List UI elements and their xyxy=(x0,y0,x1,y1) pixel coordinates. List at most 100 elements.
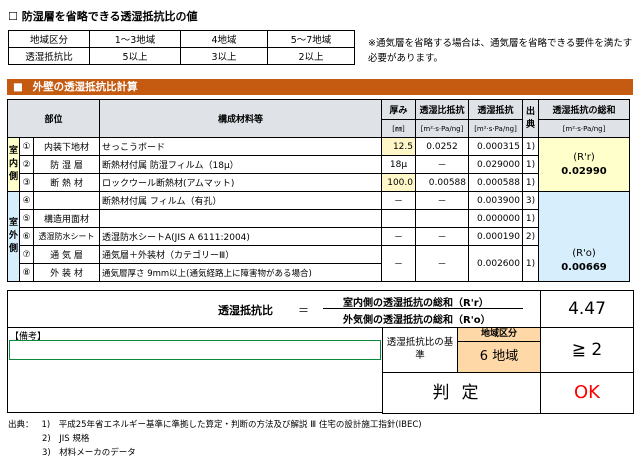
row-no: ⑤ xyxy=(19,209,34,228)
unit-sum: [m²·s·Pa/ng] xyxy=(538,119,630,138)
row-no: ② xyxy=(19,155,34,174)
row-source: 1) xyxy=(522,245,539,282)
ratio-eq: ＝ xyxy=(298,304,309,317)
header-sum: 透湿抵抗の総和 xyxy=(538,99,630,120)
row-material: 断熱材付属 防湿フィルム（18μ） xyxy=(99,155,382,174)
row-thickness: － xyxy=(381,245,416,282)
checkbox-icon: ☐ xyxy=(8,10,18,23)
unit-thickness: [㎜] xyxy=(381,119,416,138)
cell: 1～3地域 xyxy=(89,30,181,48)
area-header: 地域区分 xyxy=(457,327,541,342)
header-source: 出典 xyxy=(522,99,539,138)
indoor-sum-value: 0.02990 xyxy=(561,165,607,177)
row-thickness: － xyxy=(381,227,416,246)
row-ratio: － xyxy=(415,155,469,174)
row-part: 通 気 層 xyxy=(33,245,100,264)
criterion-value: ≧ 2 xyxy=(540,327,634,373)
row-ratio: － xyxy=(415,245,469,282)
row-part: 外 装 材 xyxy=(33,263,100,282)
row-source: 1) xyxy=(522,173,539,192)
row-part: 断 熱 材 xyxy=(33,173,100,192)
cell: 地域区分 xyxy=(8,30,90,48)
row-source: 1) xyxy=(522,209,539,228)
row-resist: 0.000000 xyxy=(468,209,523,228)
row-resist: 0.000315 xyxy=(468,137,523,156)
header-part: 部位 xyxy=(7,99,100,138)
sources-label: 出典： xyxy=(8,420,34,430)
row-no: ④ xyxy=(19,191,34,210)
section-header: ■ 外壁の透湿抵抗比計算 xyxy=(7,79,633,95)
row-resist: 0.003900 xyxy=(468,191,523,210)
top-title: ☐ 防湿層を省略できる透湿抵抗比の値 xyxy=(8,8,198,24)
row-material: 透湿防水シートA(JIS A 6111:2004) xyxy=(99,227,382,246)
row-thickness xyxy=(381,209,416,228)
source-item: 1) 平成25年省エネルギー基準に準拠した算定・判断の方法及び解説 Ⅲ 住宅の設… xyxy=(41,420,422,430)
unit-resist: [m²·s·Pa/ng] xyxy=(468,119,523,138)
row-thickness: 18μ xyxy=(381,155,416,174)
row-thickness: － xyxy=(381,191,416,210)
outdoor-sum-value: 0.00669 xyxy=(561,262,607,273)
row-no: ① xyxy=(19,137,34,156)
judgement-label: 判定 xyxy=(382,372,541,414)
row-part: 構造用面材 xyxy=(33,209,100,228)
row-material: 断熱材付属 フィルム（有孔） xyxy=(99,191,382,210)
remarks-input[interactable] xyxy=(9,340,381,360)
indoor-sum: (R'r) 0.02990 xyxy=(538,137,630,192)
row-no: ⑥ xyxy=(19,227,34,246)
calc-table: 部位 構成材料等 厚み 透湿比抵抗 透湿抵抗 出典 透湿抵抗の総和 [㎜] [m… xyxy=(7,99,630,282)
criterion-label-text: 透湿抵抗比の基準 xyxy=(386,337,454,361)
source-item: 3) 材料メーカのデータ xyxy=(42,448,136,458)
row-no: ③ xyxy=(19,173,34,192)
cell: 3以上 xyxy=(180,47,268,65)
ventilation-note: ※通気層を省略する場合は、通気層を省略できる要件を満たす必要があります。 xyxy=(368,38,633,64)
outdoor-sum-label: (R'o) xyxy=(572,248,596,259)
source-item: 2) JIS 規格 xyxy=(42,434,90,444)
row-thickness[interactable]: 100.0 xyxy=(381,173,416,192)
row-source: 2) xyxy=(522,227,539,246)
ratio-result: 4.47 xyxy=(540,290,634,328)
row-part: 透湿防水シート xyxy=(33,227,100,246)
row-thickness[interactable]: 12.5 xyxy=(381,137,416,156)
row-material xyxy=(99,209,382,228)
row-ratio: － xyxy=(415,191,469,210)
cell: 2以上 xyxy=(267,47,355,65)
indoor-sum-label: (R'r) xyxy=(573,151,595,163)
unit-ratio: [m²·s·Pa/ng] xyxy=(415,119,469,138)
row-source: 1) xyxy=(522,155,539,174)
row-material: 通気層＋外装材（カテゴリーⅢ） xyxy=(99,245,382,264)
header-materials: 構成材料等 xyxy=(99,99,382,138)
row-part xyxy=(33,191,100,210)
indoor-side-label: 室内側 xyxy=(7,137,20,192)
row-resist: 0.000190 xyxy=(468,227,523,246)
cell: 4地域 xyxy=(180,30,268,48)
row-source: 1) xyxy=(522,137,539,156)
fraction-line xyxy=(323,308,523,309)
area-select[interactable]: 6 地域 xyxy=(457,341,541,373)
ratio-formula: 透湿抵抗比 ＝ 室内側の透湿抵抗の総和（R'r） 外気側の透湿抵抗の総和（R'o… xyxy=(7,290,541,328)
cell: 5～7地域 xyxy=(267,30,355,48)
ratio-numerator: 室内側の透湿抵抗の総和（R'r） xyxy=(343,298,489,309)
outdoor-sum: (R'o) 0.00669 xyxy=(538,191,630,282)
row-part: 内装下地材 xyxy=(33,137,100,156)
ratio-label: 透湿抵抗比 xyxy=(218,304,273,317)
row-ratio: － xyxy=(415,227,469,246)
cell: 透湿抵抗比 xyxy=(8,47,90,65)
region-ratio-table: 地域区分 1～3地域 4地域 5～7地域 透湿抵抗比 5以上 3以上 2以上 xyxy=(8,30,355,65)
judgement-value: OK xyxy=(540,372,634,414)
row-material: ロックウール断熱材(アムマット) xyxy=(99,173,382,192)
row-no: ⑧ xyxy=(19,263,34,282)
row-material: せっこうボード xyxy=(99,137,382,156)
criterion-label: 透湿抵抗比の基準 xyxy=(382,327,458,373)
row-ratio: 0.00588 xyxy=(415,173,469,192)
cell: 5以上 xyxy=(89,47,181,65)
top-title-text: 防湿層を省略できる透湿抵抗比の値 xyxy=(21,10,198,23)
row-ratio xyxy=(415,209,469,228)
ratio-denominator: 外気側の透湿抵抗の総和（R'o） xyxy=(343,315,491,326)
header-resist: 透湿抵抗 xyxy=(468,99,523,120)
section-title: 外壁の透湿抵抗比計算 xyxy=(32,81,138,93)
row-ratio: 0.0252 xyxy=(415,137,469,156)
row-resist: 0.002600 xyxy=(468,245,523,282)
row-part: 防 湿 層 xyxy=(33,155,100,174)
section-bullet: ■ xyxy=(13,81,23,93)
outdoor-side-label: 室外側 xyxy=(7,191,20,282)
